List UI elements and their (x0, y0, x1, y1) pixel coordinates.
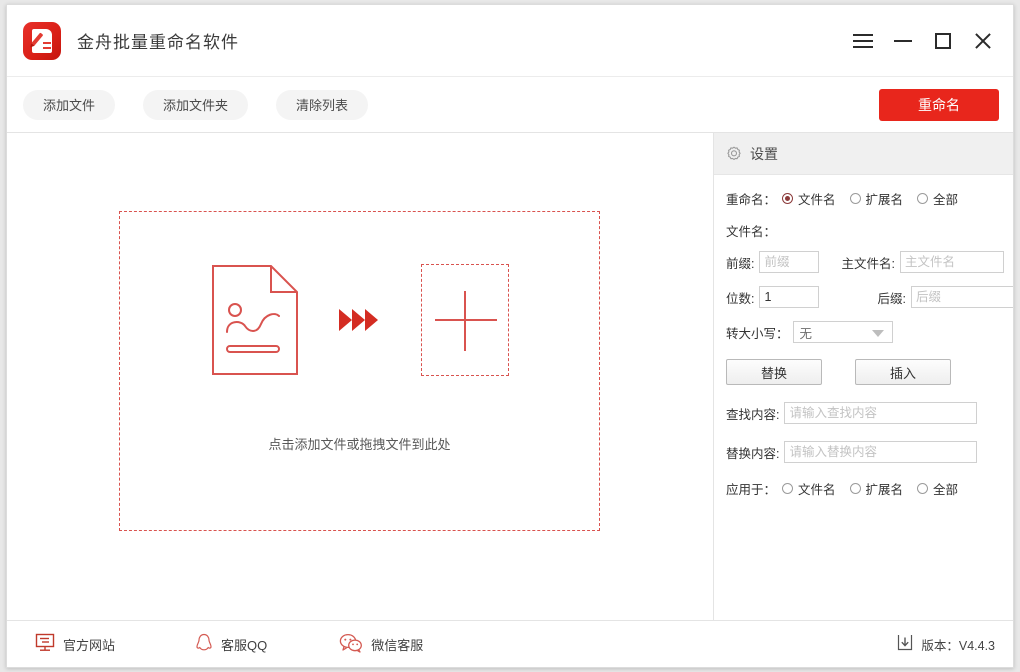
official-website-label: 官方网站 (63, 635, 115, 654)
digits-label: 位数: (726, 288, 754, 307)
main-body: 点击添加文件或拖拽文件到此处 设置 重命名： (7, 133, 1013, 620)
monitor-icon (35, 633, 55, 655)
rename-target-row: 重命名： 文件名 扩展名 全部 (726, 189, 1001, 208)
download-icon (897, 634, 913, 654)
suffix-label: 后缀: (877, 288, 905, 307)
footer-bar: 官方网站 客服QQ (7, 620, 1013, 667)
radio-dot (850, 483, 861, 494)
window-controls (843, 5, 1003, 77)
prefix-label: 前缀: (726, 253, 754, 272)
radio-rename-filename[interactable]: 文件名 (782, 189, 836, 208)
app-window: 金舟批量重命名软件 添加文件 添加文件夹 清除列表 重命名 (6, 4, 1014, 668)
radio-label: 文件名 (798, 189, 836, 208)
maximize-icon (935, 33, 951, 49)
rename-target-label: 重命名： (726, 189, 776, 208)
radio-rename-all[interactable]: 全部 (917, 189, 958, 208)
radio-rename-extension[interactable]: 扩展名 (850, 189, 904, 208)
version-info[interactable]: 版本：V4.4.3 (897, 634, 995, 654)
radio-dot (782, 483, 793, 494)
maximize-button[interactable] (923, 21, 963, 61)
qq-support-label: 客服QQ (221, 635, 267, 654)
minimize-button[interactable] (883, 21, 923, 61)
radio-label: 扩展名 (866, 189, 904, 208)
title-bar: 金舟批量重命名软件 (7, 5, 1013, 77)
app-title: 金舟批量重命名软件 (77, 28, 239, 53)
wechat-support-link[interactable]: 微信客服 (339, 633, 423, 656)
suffix-input[interactable] (911, 286, 1014, 308)
chevron-down-icon (872, 330, 884, 337)
settings-body: 重命名： 文件名 扩展名 全部 文件名： (714, 175, 1013, 498)
file-list-area: 点击添加文件或拖拽文件到此处 (7, 133, 714, 620)
replace-row: 替换内容: (726, 441, 1001, 463)
replace-button[interactable]: 替换 (726, 359, 822, 385)
official-website-link[interactable]: 官方网站 (35, 633, 115, 655)
add-folder-button[interactable]: 添加文件夹 (143, 90, 248, 120)
triple-arrow-right-icon (337, 307, 383, 333)
radio-dot (917, 483, 928, 494)
filename-section-row: 文件名： (726, 221, 1001, 240)
radio-applyto-extension[interactable]: 扩展名 (850, 479, 904, 498)
radio-label: 全部 (933, 189, 958, 208)
settings-header-label: 设置 (750, 144, 778, 164)
version-label: 版本：V4.4.3 (921, 635, 995, 654)
mainname-label: 主文件名: (841, 253, 894, 272)
drop-zone-hint: 点击添加文件或拖拽文件到此处 (120, 434, 599, 453)
filename-section-label: 文件名： (726, 221, 776, 240)
case-row: 转大小写： 无 (726, 321, 1001, 343)
find-row: 查找内容: (726, 402, 1001, 424)
gear-icon (726, 146, 742, 162)
qq-support-link[interactable]: 客服QQ (195, 633, 267, 656)
radio-label: 文件名 (798, 479, 836, 498)
radio-dot (850, 193, 861, 204)
action-buttons-row: 替换 插入 (726, 359, 1001, 385)
settings-header: 设置 (714, 133, 1013, 175)
find-label: 查找内容: (726, 404, 779, 423)
close-button[interactable] (963, 21, 1003, 61)
menu-button[interactable] (843, 21, 883, 61)
insert-button[interactable]: 插入 (855, 359, 951, 385)
radio-label: 扩展名 (866, 479, 904, 498)
rename-button[interactable]: 重命名 (879, 89, 999, 121)
app-logo-icon (23, 22, 61, 60)
prefix-mainname-row: 前缀: 主文件名: (726, 251, 1001, 273)
close-icon (974, 32, 992, 50)
digits-suffix-row: 位数: 后缀: (726, 286, 1001, 308)
add-file-button[interactable]: 添加文件 (23, 90, 115, 120)
case-select[interactable]: 无 (793, 321, 893, 343)
replace-input[interactable] (784, 441, 977, 463)
wechat-support-label: 微信客服 (371, 635, 423, 654)
document-signature-icon (211, 264, 299, 376)
minimize-icon (894, 40, 912, 42)
toolbar: 添加文件 添加文件夹 清除列表 重命名 (7, 77, 1013, 133)
case-label: 转大小写： (726, 323, 789, 342)
radio-applyto-all[interactable]: 全部 (917, 479, 958, 498)
wechat-bubbles-icon (339, 633, 363, 656)
menu-icon (853, 34, 873, 48)
applyto-label: 应用于： (726, 479, 776, 498)
radio-dot (917, 193, 928, 204)
applyto-row: 应用于： 文件名 扩展名 全部 (726, 479, 1001, 498)
find-input[interactable] (784, 402, 977, 424)
radio-dot (782, 193, 793, 204)
prefix-input[interactable] (759, 251, 819, 273)
case-select-value: 无 (800, 323, 813, 342)
add-placeholder-box (421, 264, 509, 376)
drop-illustration (120, 264, 599, 376)
qq-penguin-icon (195, 633, 213, 656)
settings-panel: 设置 重命名： 文件名 扩展名 全部 (714, 133, 1013, 620)
digits-input[interactable] (759, 286, 819, 308)
clear-list-button[interactable]: 清除列表 (276, 90, 368, 120)
drop-zone[interactable]: 点击添加文件或拖拽文件到此处 (119, 211, 600, 531)
radio-applyto-filename[interactable]: 文件名 (782, 479, 836, 498)
replace-content-label: 替换内容: (726, 443, 779, 462)
radio-label: 全部 (933, 479, 958, 498)
mainname-input[interactable] (900, 251, 1004, 273)
